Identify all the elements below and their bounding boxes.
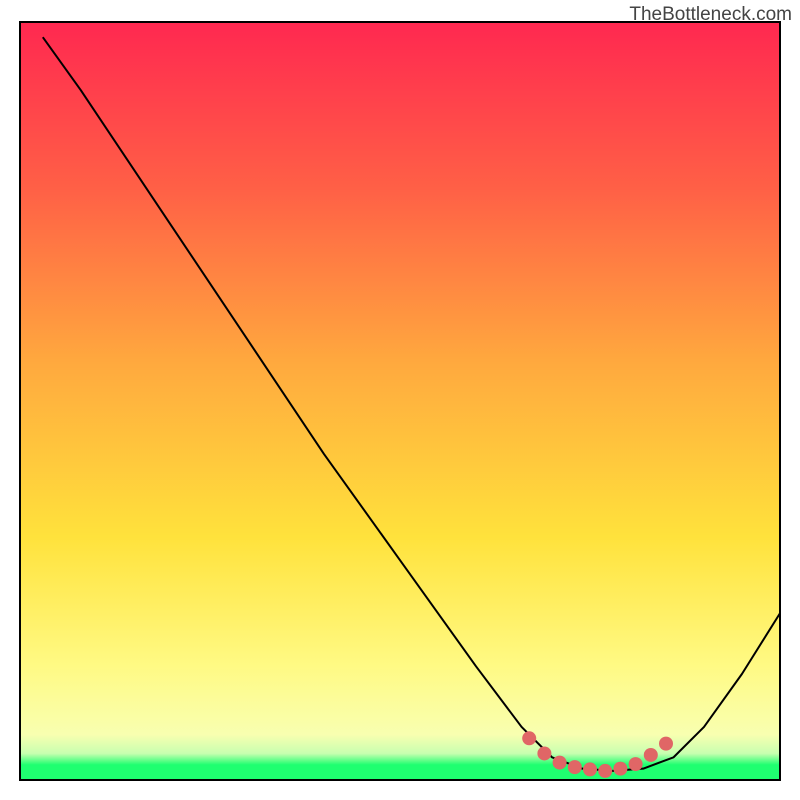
chart-svg — [0, 0, 800, 800]
gradient-background — [20, 22, 780, 780]
watermark-text: TheBottleneck.com — [629, 4, 792, 26]
chart-container — [0, 0, 800, 800]
